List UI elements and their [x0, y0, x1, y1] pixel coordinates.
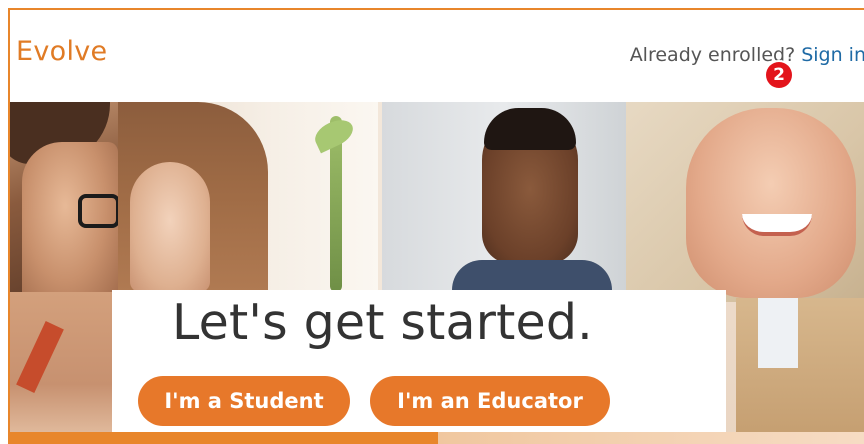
photo-man-glasses — [10, 102, 118, 292]
bottom-strip — [10, 432, 864, 444]
hero-banner: Let's get started. I'm a Student I'm an … — [10, 102, 864, 444]
photo-young-man — [382, 102, 626, 292]
page-frame: Evolve Already enrolled? Sign in Let's ge… — [8, 8, 864, 444]
page-title: Let's get started. — [172, 294, 593, 351]
enroll-text: Already enrolled? — [629, 44, 796, 66]
get-started-card: Let's get started. I'm a Student I'm an … — [112, 290, 726, 444]
sign-in-link[interactable]: Sign in — [801, 44, 864, 66]
student-button[interactable]: I'm a Student — [138, 376, 350, 426]
photo-young-woman — [118, 102, 378, 292]
step-number-badge: 2 — [766, 62, 792, 88]
enroll-prompt: Already enrolled? Sign in — [630, 44, 864, 66]
header: Evolve Already enrolled? Sign in — [10, 10, 864, 102]
educator-button[interactable]: I'm an Educator — [370, 376, 610, 426]
evolve-logo[interactable]: Evolve — [16, 36, 107, 67]
